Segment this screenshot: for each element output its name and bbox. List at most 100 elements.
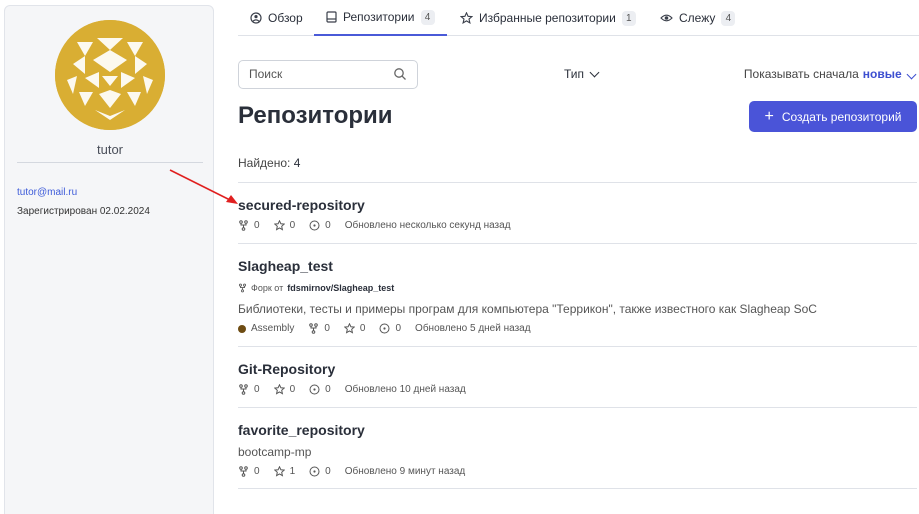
issue-icon xyxy=(379,323,390,334)
type-filter-dropdown[interactable]: Тип xyxy=(564,67,600,81)
issue-icon xyxy=(309,384,320,395)
star-icon xyxy=(460,12,473,24)
repository-description: Библиотеки, тесты и примеры програм для … xyxy=(238,302,817,316)
sort-value: новые xyxy=(862,67,902,81)
updated-time: Обновлено 5 дней назад xyxy=(415,323,531,334)
tab-favorites-count: 1 xyxy=(621,10,636,26)
updated-time: Обновлено 10 дней назад xyxy=(344,384,466,395)
issue-icon xyxy=(309,466,320,477)
issues-value: 0 xyxy=(395,323,402,334)
identicon-image xyxy=(55,20,165,130)
repository-meta: 0 1 0 Обновлено 9 минут назад xyxy=(238,466,465,477)
language: Assembly xyxy=(238,323,294,334)
stars-count: 0 xyxy=(343,323,366,334)
plus-icon: + xyxy=(764,107,774,125)
create-repository-label: Создать репозиторий xyxy=(781,109,902,124)
star-icon xyxy=(273,466,285,477)
fork-source-line: Форк от fdsmirnov/Slagheap_test xyxy=(238,283,394,293)
fork-icon xyxy=(239,384,248,395)
stars-value: 0 xyxy=(289,220,296,231)
forks-value: 0 xyxy=(324,323,330,334)
forks-count: 0 xyxy=(308,323,330,334)
issues-count: 0 xyxy=(309,220,331,231)
tab-watching-count: 4 xyxy=(721,10,736,26)
page-title: Репозитории xyxy=(238,102,393,129)
tab-overview[interactable]: Обзор xyxy=(250,0,303,36)
overview-icon xyxy=(250,12,262,24)
fork-icon xyxy=(238,283,247,293)
stars-count: 0 xyxy=(273,220,296,231)
repository-name-link[interactable]: Git-Repository xyxy=(238,361,335,377)
results-count: Найдено: 4 xyxy=(238,156,300,170)
chevron-down-icon xyxy=(589,67,600,77)
fork-icon xyxy=(239,466,248,477)
stars-value: 0 xyxy=(289,384,296,395)
forks-count: 0 xyxy=(238,220,260,231)
eye-icon xyxy=(660,14,673,22)
repository-meta: Assembly 0 0 0 Обновлено 5 дней назад xyxy=(238,323,531,334)
tab-watching[interactable]: Слежу 4 xyxy=(660,0,736,36)
repository-meta: 0 0 0 Обновлено 10 дней назад xyxy=(238,384,466,395)
repository-item: Git-Repository 0 0 0 Обновлено 10 дней н… xyxy=(238,346,917,407)
tab-favorites-label: Избранные репозитории xyxy=(479,11,616,25)
repository-name-link[interactable]: secured-repository xyxy=(238,197,365,213)
repo-icon xyxy=(326,11,337,23)
star-icon xyxy=(273,220,285,231)
repository-description: bootcamp-mp xyxy=(238,445,312,459)
stars-count: 0 xyxy=(273,384,296,395)
issues-count: 0 xyxy=(379,323,401,334)
tab-favorites[interactable]: Избранные репозитории 1 xyxy=(460,0,636,36)
tab-repositories[interactable]: Репозитории 4 xyxy=(314,0,447,36)
stars-value: 1 xyxy=(289,466,296,477)
search-box xyxy=(238,60,418,89)
profile-email-link[interactable]: tutor@mail.ru xyxy=(17,187,77,198)
search-input[interactable] xyxy=(249,67,389,81)
language-name: Assembly xyxy=(251,323,295,334)
chevron-down-icon xyxy=(906,69,917,80)
profile-registered-date: Зарегистрирован 02.02.2024 xyxy=(17,206,150,217)
stars-count: 1 xyxy=(273,466,296,477)
profile-username: tutor xyxy=(96,142,123,157)
issues-value: 0 xyxy=(325,384,331,395)
sort-label: Показывать сначала xyxy=(743,67,859,81)
sort-control: Показывать сначала новые xyxy=(743,67,917,81)
profile-sidebar: tutor tutor@mail.ru Зарегистрирован 02.0… xyxy=(4,5,214,514)
repository-name-link[interactable]: favorite_repository xyxy=(238,422,365,438)
tab-watching-label: Слежу xyxy=(679,11,716,25)
star-icon xyxy=(343,323,355,334)
fork-source-link[interactable]: fdsmirnov/Slagheap_test xyxy=(287,283,394,293)
forks-count: 0 xyxy=(238,466,260,477)
repository-item: favorite_repository bootcamp-mp 0 1 0 Об… xyxy=(238,407,917,489)
forks-count: 0 xyxy=(238,384,260,395)
fork-icon xyxy=(239,220,248,231)
repository-name-link[interactable]: Slagheap_test xyxy=(238,258,333,274)
annotation-arrow xyxy=(169,169,238,204)
sidebar-divider xyxy=(17,162,203,163)
repository-item: secured-repository 0 0 0 Обновлено неско… xyxy=(238,182,917,243)
repository-item: Slagheap_test Форк от fdsmirnov/Slagheap… xyxy=(238,243,917,346)
updated-time: Обновлено несколько секунд назад xyxy=(344,220,511,231)
repository-meta: 0 0 0 Обновлено несколько секунд назад xyxy=(238,220,511,231)
avatar[interactable] xyxy=(55,20,165,130)
type-filter-label: Тип xyxy=(564,67,585,81)
stars-value: 0 xyxy=(359,323,366,334)
profile-tabs: Обзор Репозитории 4 Избранные репозитори… xyxy=(238,0,919,36)
sort-dropdown[interactable]: новые xyxy=(862,67,917,81)
tab-repositories-count: 4 xyxy=(420,9,435,25)
fork-icon xyxy=(309,323,319,334)
tab-overview-label: Обзор xyxy=(268,11,303,25)
issues-value: 0 xyxy=(325,466,331,477)
results-count-value: 4 xyxy=(293,156,301,170)
updated-time: Обновлено 9 минут назад xyxy=(344,466,466,477)
results-count-label: Найдено: xyxy=(238,156,291,170)
search-icon[interactable] xyxy=(393,67,407,81)
create-repository-button[interactable]: + Создать репозиторий xyxy=(749,101,917,132)
star-icon xyxy=(273,384,285,395)
issues-value: 0 xyxy=(325,220,331,231)
issues-count: 0 xyxy=(309,466,331,477)
forks-value: 0 xyxy=(254,384,260,395)
issues-count: 0 xyxy=(309,384,331,395)
tab-repositories-label: Репозитории xyxy=(343,10,415,24)
issue-icon xyxy=(309,220,320,231)
repository-list: secured-repository 0 0 0 Обновлено неско… xyxy=(238,182,917,489)
